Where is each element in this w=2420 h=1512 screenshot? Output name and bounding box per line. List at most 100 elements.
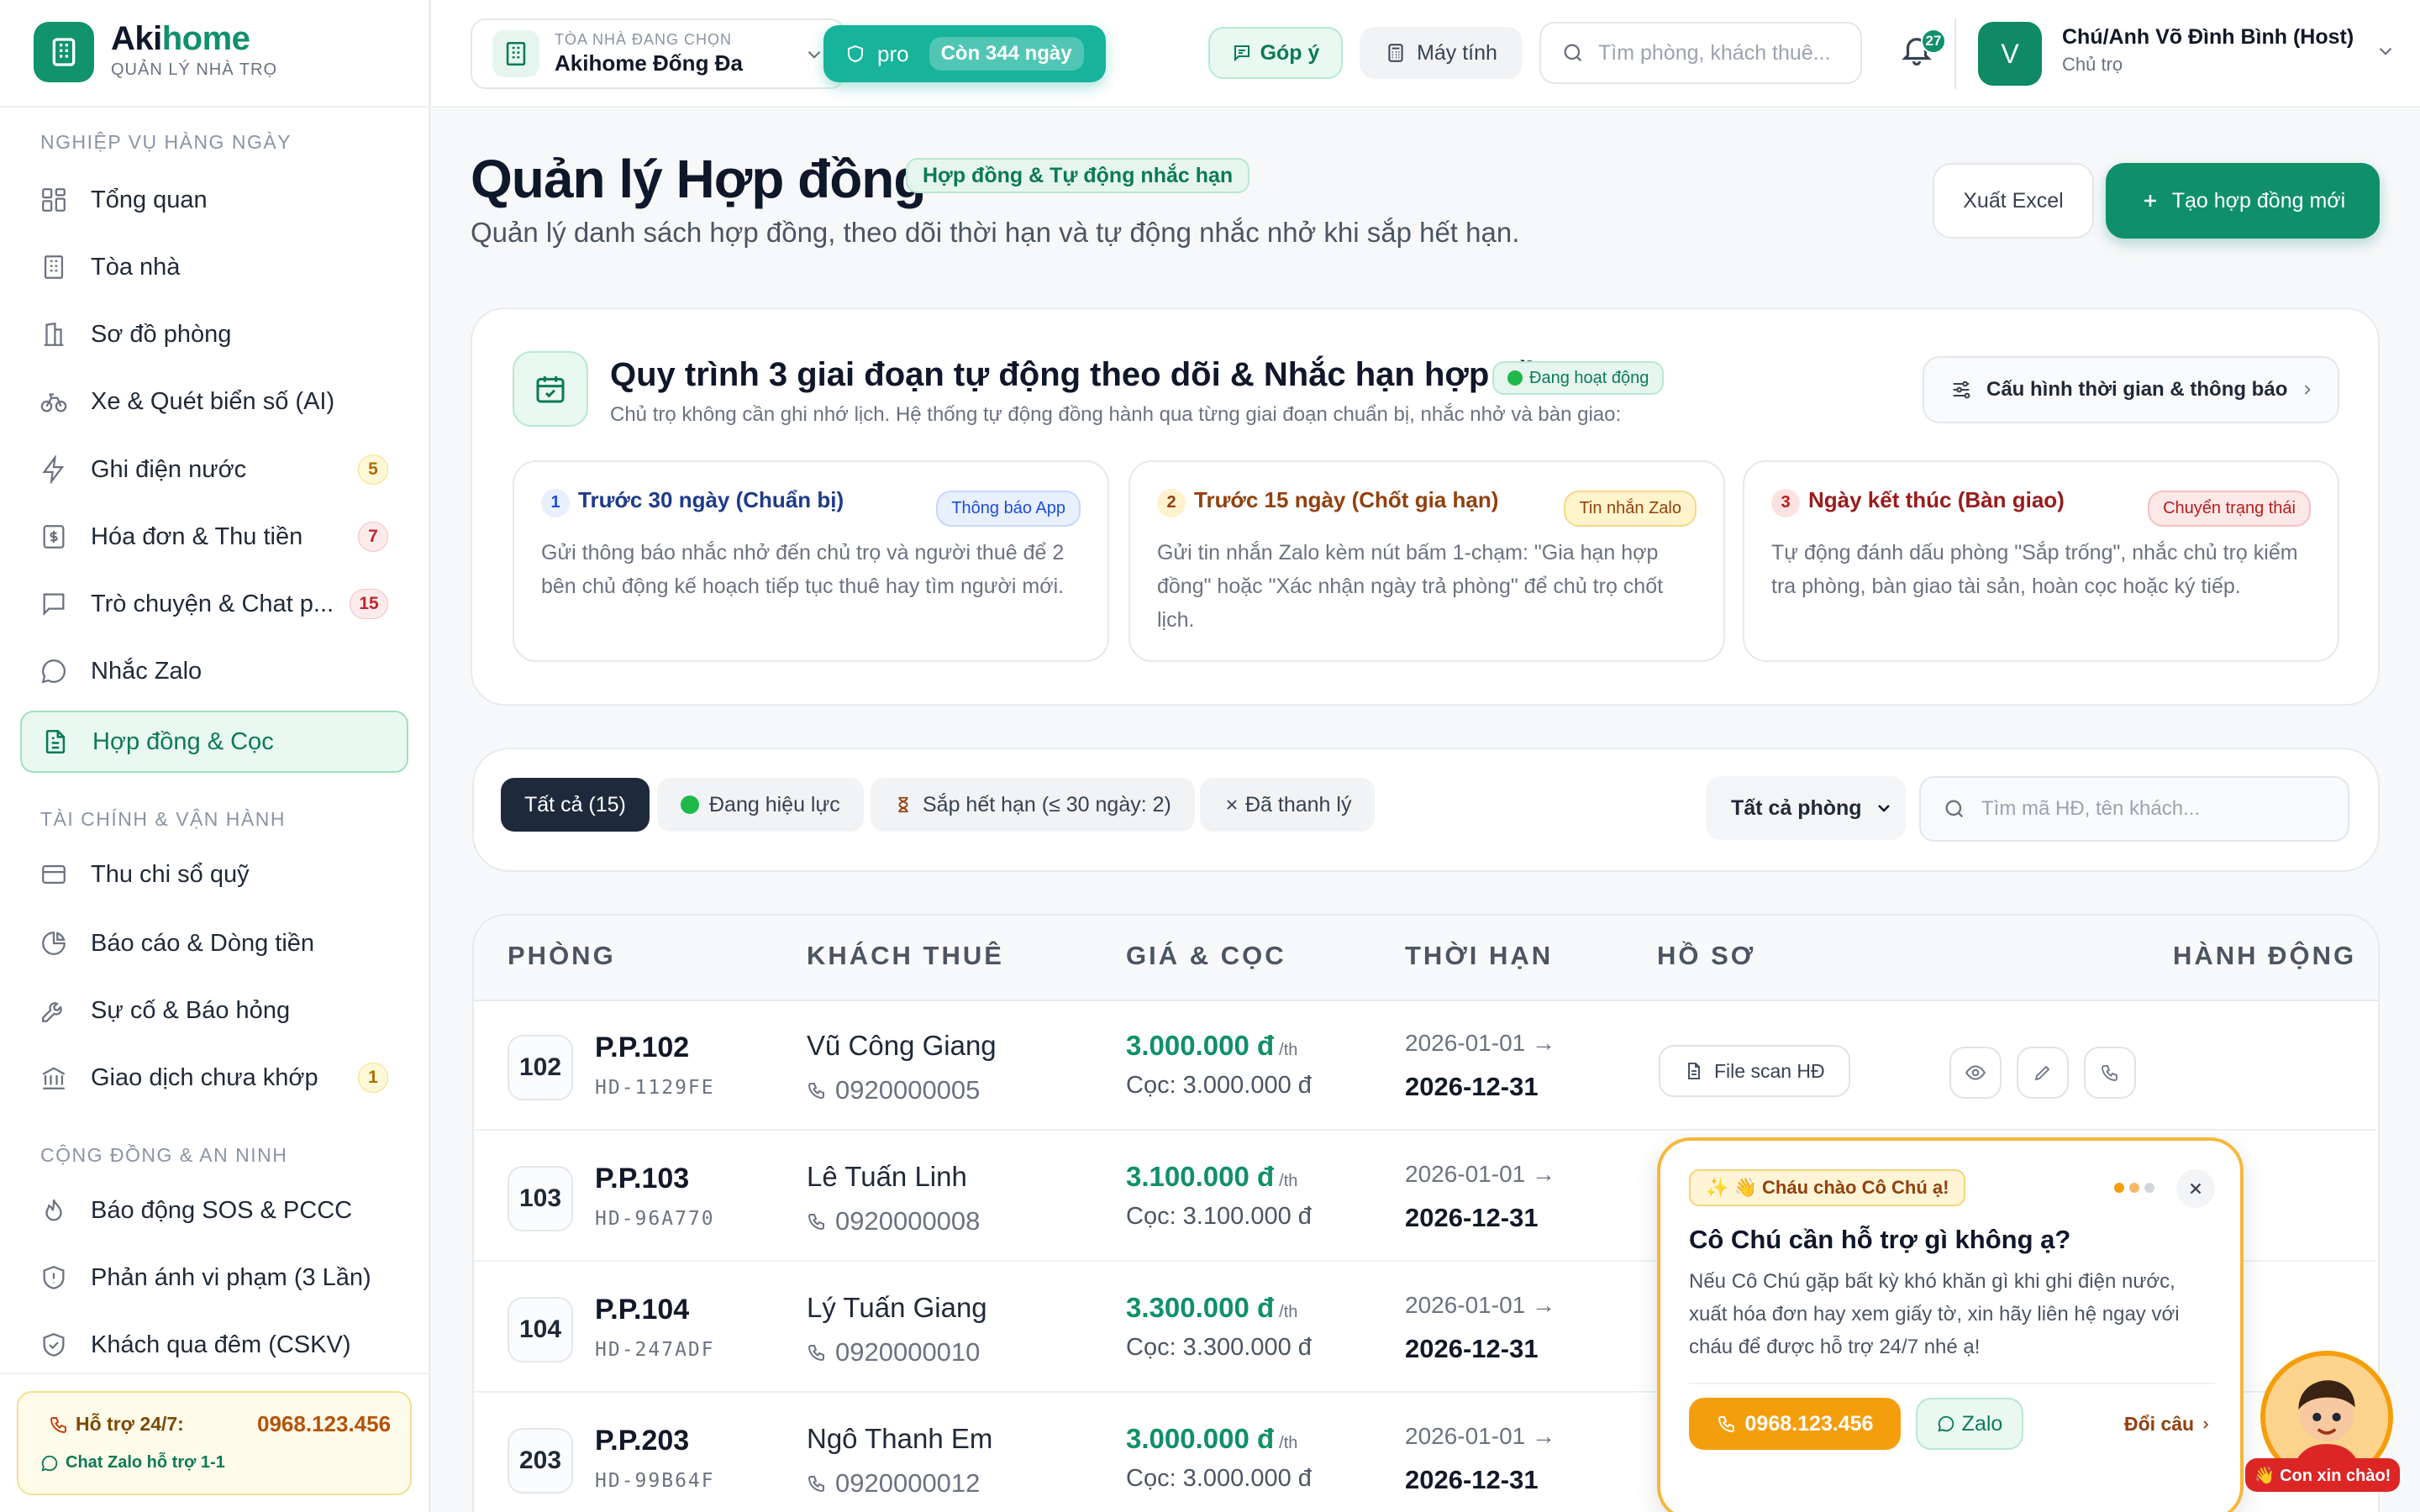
chevron-down-icon (1874, 798, 1894, 818)
tenant-phone[interactable]: 0920000008 (807, 1206, 980, 1236)
sidebar-item-buildings[interactable]: Tòa nhà (20, 236, 408, 298)
dashboard-icon (39, 185, 69, 215)
sidebar-item-incidents[interactable]: Sự cố & Báo hỏng (20, 979, 408, 1042)
contract-code: HD-1129FE (595, 1077, 715, 1099)
brand-name: Akihome (111, 20, 250, 57)
bank-icon (39, 1063, 69, 1093)
plan-badge[interactable]: pro Còn 344 ngày (823, 25, 1106, 82)
sidebar-item-vehicles[interactable]: Xe & Quét biển số (AI) (20, 370, 408, 433)
plus-icon (2140, 191, 2160, 211)
typing-dots-icon (2114, 1183, 2154, 1193)
sidebar-item-overview[interactable]: Tổng quan (20, 169, 408, 231)
support-zalo-link[interactable]: Chat Zalo hỗ trợ 1-1 (40, 1453, 225, 1473)
stage-description: Gửi tin nhắn Zalo kèm nút bấm 1-chạm: "G… (1157, 540, 1664, 632)
tab-liquidated[interactable]: Đã thanh lý (1200, 778, 1376, 832)
sidebar-item-zalo-reminder[interactable]: Nhắc Zalo (20, 640, 408, 702)
contract-code: HD-99B64F (595, 1470, 715, 1492)
feedback-button[interactable]: Góp ý (1208, 27, 1343, 79)
end-date: 2026-12-31 (1405, 1072, 1539, 1101)
wrench-icon (39, 995, 69, 1026)
zalo-button[interactable]: Zalo (1916, 1398, 2023, 1450)
title-tag: Hợp đồng & Tự động nhắc hạn (906, 158, 1250, 193)
deposit: Cọc: 3.000.000 đ (1126, 1072, 1312, 1099)
room-number: 203 (508, 1428, 573, 1494)
tenant-phone[interactable]: 0920000005 (807, 1075, 980, 1105)
sidebar-item-label: Báo cáo & Dòng tiền (91, 929, 315, 957)
status-badge: Đang hoạt động (1492, 361, 1665, 395)
user-menu[interactable]: V Chú/Anh Võ Đình Bình (Host) Chủ trọ (1978, 20, 2420, 87)
column-header-room: PHÒNG (508, 941, 616, 970)
sidebar-item-overnight[interactable]: Khách qua đêm (CSKV) (20, 1314, 408, 1376)
section-title-community: CỘNG ĐỒNG & AN NINH (40, 1144, 288, 1166)
config-button[interactable]: Cấu hình thời gian & thông báo (1923, 356, 2339, 423)
sidebar-item-contracts[interactable]: Hợp đồng & Cọc (20, 711, 408, 773)
comment-icon (1232, 43, 1252, 63)
column-header-price: GIÁ & CỌC (1126, 941, 1286, 970)
sidebar-item-label: Trò chuyện & Chat p... (91, 590, 334, 617)
notifications-button[interactable]: 27 (1899, 29, 1946, 74)
logo-icon[interactable] (34, 22, 94, 82)
contract-search-input[interactable]: Tìm mã HĐ, tên khách... (1919, 776, 2349, 842)
file-scan-button[interactable]: File scan HĐ (1659, 1045, 1850, 1097)
plan-remaining: Còn 344 ngày (929, 37, 1084, 71)
rent-price: 3.300.000 đ/th (1126, 1292, 1298, 1323)
close-chat-button[interactable] (2176, 1169, 2215, 1208)
support-box[interactable]: Hỗ trợ 24/7: 0968.123.456 Chat Zalo hỗ t… (17, 1391, 412, 1495)
pencil-icon (2033, 1063, 2053, 1083)
calculator-icon (1385, 42, 1407, 64)
tab-active[interactable]: Đang hiệu lực (657, 778, 864, 832)
room-filter-select[interactable]: Tất cả phòng (1706, 776, 1906, 840)
user-name: Chú/Anh Võ Đình Bình (Host) (2062, 25, 2354, 49)
contract-code: HD-247ADF (595, 1339, 715, 1361)
sidebar-item-chat[interactable]: Trò chuyện & Chat p... 15 (20, 573, 408, 635)
brand-subtitle: QUẢN LÝ NHÀ TRỌ (111, 60, 277, 79)
support-chat-popup: ✨ 👋 Cháu chào Cô Chú ạ! Cô Chú cần hỗ tr… (1657, 1137, 2244, 1512)
edit-button[interactable] (2017, 1047, 2069, 1099)
tenant-phone[interactable]: 0920000012 (807, 1468, 980, 1499)
page-title: Quản lý Hợp đồng (471, 149, 926, 209)
call-support-button[interactable]: 0968.123.456 (1689, 1398, 1901, 1450)
chat-title: Cô Chú cần hỗ trợ gì không ạ? (1689, 1225, 2071, 1254)
tab-expiring[interactable]: Sắp hết hạn (≤ 30 ngày: 2) (871, 778, 1195, 832)
sidebar-item-room-map[interactable]: Sơ đồ phòng (20, 303, 408, 365)
phone-icon (807, 1473, 827, 1494)
sidebar-item-violations[interactable]: Phản ánh vi phạm (3 Lần) (20, 1247, 408, 1309)
global-search[interactable]: Tìm phòng, khách thuê... (1539, 22, 1862, 84)
tab-all[interactable]: Tất cả (15) (501, 778, 650, 832)
view-button[interactable] (1949, 1047, 2002, 1099)
start-date: 2026-01-01 → (1405, 1423, 1556, 1449)
sidebar: Akihome QUẢN LÝ NHÀ TRỌ NGHIỆP VỤ HÀNG N… (0, 0, 430, 1512)
room-name: P.P.203 (595, 1425, 690, 1457)
room-name: P.P.104 (595, 1294, 690, 1326)
contract-code: HD-96A770 (595, 1208, 715, 1230)
sidebar-item-meter[interactable]: Ghi điện nước 5 (20, 438, 408, 501)
sidebar-item-unmatched[interactable]: Giao dịch chưa khớp 1 (20, 1047, 408, 1109)
export-excel-button[interactable]: Xuất Excel (1933, 163, 2094, 239)
calculator-button[interactable]: Máy tính (1360, 27, 1523, 79)
room-number: 103 (508, 1166, 573, 1231)
stage-number: 2 (1157, 488, 1186, 517)
shield-icon (845, 44, 865, 64)
sidebar-item-reports[interactable]: Báo cáo & Dòng tiền (20, 912, 408, 974)
sidebar-item-invoices[interactable]: Hóa đơn & Thu tiền 7 (20, 506, 408, 568)
tenant-phone[interactable]: 0920000010 (807, 1337, 980, 1368)
plan-name: pro (877, 40, 909, 66)
green-dot-icon (1507, 370, 1523, 386)
column-header-term: THỜI HẠN (1405, 941, 1554, 970)
sidebar-item-label: Báo động SOS & PCCC (91, 1196, 353, 1224)
table-row[interactable]: 102 P.P.102 HD-1129FE Vũ Công Giang 0920… (474, 1000, 2376, 1131)
call-button[interactable] (2084, 1047, 2136, 1099)
create-contract-button[interactable]: Tạo hợp đồng mới (2106, 163, 2380, 239)
building-selector[interactable]: TÒA NHÀ ĐANG CHỌN Akihome Đống Đa (471, 18, 845, 89)
end-date: 2026-12-31 (1405, 1203, 1539, 1232)
sidebar-item-sos[interactable]: Báo động SOS & PCCC (20, 1179, 408, 1242)
change-message-link[interactable]: Đổi câu (2124, 1413, 2212, 1436)
sidebar-item-label: Tòa nhà (91, 253, 181, 281)
rent-price: 3.100.000 đ/th (1126, 1161, 1298, 1192)
support-phone[interactable]: 0968.123.456 (257, 1411, 391, 1437)
greeting-tag: ✨ 👋 Cháu chào Cô Chú ạ! (1689, 1169, 1966, 1206)
phone-icon (807, 1342, 827, 1362)
sidebar-item-cashbook[interactable]: Thu chi sổ quỹ (20, 843, 408, 906)
deposit: Cọc: 3.100.000 đ (1126, 1203, 1312, 1230)
deposit: Cọc: 3.300.000 đ (1126, 1334, 1312, 1361)
